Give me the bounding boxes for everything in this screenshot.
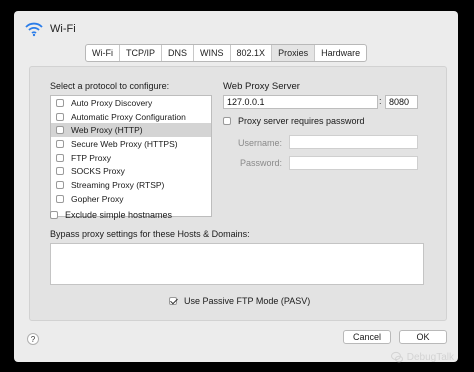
protocol-item-auto-discovery[interactable]: Auto Proxy Discovery bbox=[51, 96, 211, 110]
protocol-checkbox[interactable] bbox=[56, 98, 64, 107]
protocol-item-secure-web-proxy[interactable]: Secure Web Proxy (HTTPS) bbox=[51, 137, 211, 151]
tab-wins[interactable]: WINS bbox=[194, 45, 231, 61]
passive-ftp-row[interactable]: Use Passive FTP Mode (PASV) bbox=[169, 296, 310, 306]
watermark: DebugTalk bbox=[390, 351, 454, 363]
protocol-checkbox[interactable] bbox=[56, 167, 64, 176]
tab-hardware[interactable]: Hardware bbox=[315, 45, 366, 61]
requires-password-row[interactable]: Proxy server requires password bbox=[223, 116, 365, 126]
tab-wifi[interactable]: Wi-Fi bbox=[86, 45, 120, 61]
protocol-item-web-proxy[interactable]: Web Proxy (HTTP) bbox=[51, 123, 211, 138]
protocol-checkbox[interactable] bbox=[56, 153, 64, 162]
title-row: Wi-Fi bbox=[24, 21, 76, 37]
help-button[interactable]: ? bbox=[27, 333, 39, 345]
proxy-host-input[interactable]: 127.0.0.1 bbox=[223, 95, 378, 109]
password-field[interactable] bbox=[289, 156, 418, 170]
requires-password-label: Proxy server requires password bbox=[238, 116, 365, 126]
tab-proxies[interactable]: Proxies bbox=[272, 45, 316, 61]
bypass-hosts-textarea[interactable] bbox=[50, 243, 424, 285]
cancel-button[interactable]: Cancel bbox=[343, 330, 391, 344]
passive-ftp-label: Use Passive FTP Mode (PASV) bbox=[184, 296, 311, 306]
username-field[interactable] bbox=[289, 135, 418, 149]
password-label: Password: bbox=[240, 158, 283, 168]
protocol-item-auto-config[interactable]: Automatic Proxy Configuration bbox=[51, 110, 211, 124]
protocol-item-socks-proxy[interactable]: SOCKS Proxy bbox=[51, 164, 211, 178]
tab-8021x[interactable]: 802.1X bbox=[231, 45, 273, 61]
tab-dns[interactable]: DNS bbox=[162, 45, 195, 61]
username-label: Username: bbox=[238, 138, 283, 148]
protocol-checkbox[interactable] bbox=[56, 112, 64, 121]
tab-bar: Wi-Fi TCP/IP DNS WINS 802.1X Proxies Har… bbox=[85, 44, 368, 62]
proxy-port-input[interactable]: 8080 bbox=[385, 95, 418, 109]
protocol-checkbox[interactable] bbox=[56, 194, 64, 203]
requires-password-checkbox[interactable] bbox=[223, 117, 231, 125]
server-section-label: Web Proxy Server bbox=[223, 81, 300, 92]
window-title: Wi-Fi bbox=[50, 23, 76, 35]
bypass-label: Bypass proxy settings for these Hosts & … bbox=[50, 229, 250, 239]
exclude-simple-hostnames-checkbox[interactable] bbox=[50, 211, 58, 219]
exclude-simple-hostnames-row[interactable]: Exclude simple hostnames bbox=[50, 210, 172, 220]
protocol-item-gopher-proxy[interactable]: Gopher Proxy bbox=[51, 192, 211, 206]
watermark-text: DebugTalk bbox=[406, 351, 454, 363]
exclude-simple-hostnames-label: Exclude simple hostnames bbox=[65, 210, 173, 220]
wifi-icon bbox=[25, 22, 43, 37]
protocol-list[interactable]: Auto Proxy Discovery Automatic Proxy Con… bbox=[50, 95, 212, 217]
protocol-section-label: Select a protocol to configure: bbox=[50, 81, 170, 91]
protocol-checkbox[interactable] bbox=[56, 180, 64, 189]
protocol-item-ftp-proxy[interactable]: FTP Proxy bbox=[51, 151, 211, 165]
tab-tcpip[interactable]: TCP/IP bbox=[120, 45, 163, 61]
host-port-separator: : bbox=[379, 96, 382, 106]
wechat-icon bbox=[390, 351, 403, 363]
protocol-checkbox[interactable] bbox=[56, 126, 64, 135]
network-advanced-window: Wi-Fi Wi-Fi TCP/IP DNS WINS 802.1X Proxi… bbox=[14, 11, 458, 362]
protocol-item-streaming-proxy[interactable]: Streaming Proxy (RTSP) bbox=[51, 178, 211, 192]
protocol-checkbox[interactable] bbox=[56, 139, 64, 148]
ok-button[interactable]: OK bbox=[399, 330, 447, 344]
passive-ftp-checkbox[interactable] bbox=[169, 297, 177, 305]
